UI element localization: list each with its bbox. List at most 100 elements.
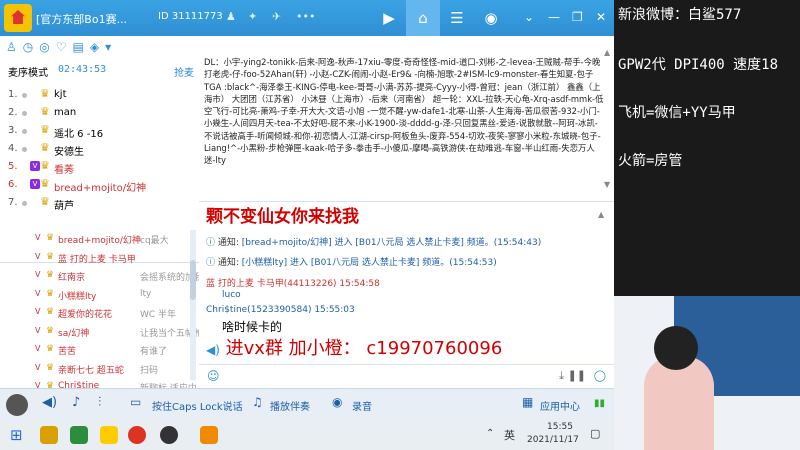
window-title: [官方东部Bo1赛...	[36, 13, 128, 26]
member-row[interactable]: V ♛ 苦苦 有谁了	[0, 341, 199, 360]
queue-item[interactable]: 1. ♛ kjt	[8, 86, 194, 104]
emoji-icon[interactable]: ☺	[207, 369, 220, 383]
message-sender[interactable]: Chri$tine(1523390584) 15:55:03	[206, 305, 355, 315]
netease-music-icon[interactable]	[128, 426, 146, 444]
queue-name: 安德生	[54, 147, 84, 158]
vip-icon: V	[35, 325, 41, 335]
mic-queue-list: 1. ♛ kjt 2. ♛ man 3. ♛ 遥北 6 -16 4. ♛ 安德生 5. V ♛ 看莠 …	[8, 86, 194, 212]
yy-client-window: [官方东部Bo1赛... ID 31111773 ♟ ✦ ✈ ••• ▶ ⌂ ☰…	[0, 0, 614, 450]
member-row[interactable]: V ♛ 小糕糕lty lty	[0, 286, 199, 305]
ime-language[interactable]: 英	[504, 427, 515, 443]
dropdown-icon[interactable]: ▾	[105, 40, 117, 54]
system-notice: ⓘ 通知: [bread+mojito/幻神] 进入 [B01八元局 选人禁止卡…	[206, 238, 542, 248]
crown-icon: ♛	[40, 159, 50, 172]
queue-item[interactable]: 7. ♛ 葫芦	[8, 194, 194, 212]
game-icon[interactable]	[200, 426, 218, 444]
queue-item[interactable]: 5. V ♛ 看莠	[8, 158, 194, 176]
crown-icon: ♛	[40, 105, 50, 118]
video-icon[interactable]: ▶	[372, 0, 406, 36]
speaker-icon: ◀)	[206, 343, 220, 357]
queue-name: bread+mojito/幻神	[54, 183, 147, 194]
gamepad-icon[interactable]: ◉	[474, 0, 508, 36]
member-row[interactable]: V ♛ 超爱你的花花 WC 半年	[0, 304, 199, 323]
apps-icon[interactable]: ▦	[522, 395, 533, 409]
queue-item[interactable]: 6. V ♛ bread+mojito/幻神	[8, 176, 194, 194]
vip-icon: V	[35, 362, 41, 372]
crown-icon: ♛	[40, 177, 50, 190]
member-row[interactable]: V ♛ 蓝 打的上麦 卡马甲	[0, 249, 199, 268]
queue-name: 看莠	[54, 165, 74, 176]
keyboard-icon[interactable]: ▭	[130, 395, 141, 409]
scroll-down-icon[interactable]: ▼	[604, 180, 614, 340]
member-name: 蓝 打的上麦 卡马甲	[58, 254, 136, 265]
minimize-icon[interactable]: —	[548, 10, 560, 24]
share-icon[interactable]: ✦	[248, 10, 257, 23]
mixer-icon[interactable]: ⫶	[98, 395, 101, 410]
member-note: lty	[140, 288, 152, 299]
status-dot-icon	[22, 129, 27, 134]
tray-chevron-icon[interactable]: ⌃	[486, 428, 494, 439]
message-sender[interactable]: 蓝 打的上麦 卡马甲(44113226) 15:54:58	[206, 276, 380, 289]
caps-talk-button[interactable]: 按住Caps Lock说话	[152, 398, 243, 413]
member-note: 有谁了	[140, 347, 168, 357]
restore-icon[interactable]: ❐	[572, 10, 583, 24]
obs-icon[interactable]	[160, 426, 178, 444]
close-icon[interactable]: ✕	[596, 10, 606, 24]
notification-icon[interactable]: ▢	[590, 427, 600, 440]
owl-icon[interactable]	[100, 426, 118, 444]
crown-icon: ♛	[46, 344, 55, 354]
member-row[interactable]: V ♛ 亲断七七 超五蛇 扫码	[0, 360, 199, 379]
app-center-button[interactable]: 应用中心	[540, 398, 580, 413]
pin-icon[interactable]: ◈	[90, 40, 105, 54]
pause-icon[interactable]: ❚❚	[568, 369, 586, 382]
home-icon[interactable]: ⌂	[406, 0, 440, 36]
overlay-rocket: 火箭=房管	[618, 153, 683, 169]
status-dot-icon	[22, 201, 27, 206]
clock-date[interactable]: 2021/11/17	[527, 435, 579, 445]
avatar[interactable]	[6, 394, 28, 416]
plane-icon[interactable]: ✈	[272, 10, 281, 23]
member-row[interactable]: V♛sa/幻神让我当个五帖枪手	[0, 323, 199, 342]
queue-timer: 02:43:53	[58, 64, 107, 75]
accompany-button[interactable]: 播放伴奏	[270, 398, 310, 413]
windows-start-icon[interactable]: ⊞	[10, 426, 23, 444]
record-button[interactable]: 录音	[352, 398, 372, 413]
music-icon[interactable]: ♫	[252, 395, 263, 409]
app-logo-icon[interactable]	[4, 4, 32, 32]
clipboard-icon[interactable]: ▤	[73, 40, 90, 54]
wechat-icon[interactable]	[70, 426, 88, 444]
chevron-down-icon[interactable]: ⌄	[524, 10, 534, 24]
speaker-icon[interactable]: ◀)	[42, 395, 57, 410]
queue-item[interactable]: 4. ♛ 安德生	[8, 140, 194, 158]
queue-item[interactable]: 2. ♛ man	[8, 104, 194, 122]
record-icon[interactable]: ◉	[332, 395, 342, 409]
member-scrollbar[interactable]	[190, 230, 196, 380]
bottom-toolbar: ◀) ♪ ⫶ ▭ 按住Caps Lock说话 ♫ 播放伴奏 ◉ 录音 ▦ 应用中…	[0, 388, 614, 421]
microphone-icon[interactable]: ♪	[72, 395, 80, 410]
chat-input-area[interactable]: ☺ ⤓ ❚❚ ◯	[199, 364, 614, 389]
list-icon[interactable]: ☰	[440, 0, 474, 36]
user-icon[interactable]: ♟	[226, 10, 236, 23]
member-row[interactable]: V ♛ bread+mojito/幻神 cq最大	[0, 230, 199, 249]
members-icon[interactable]: ♙	[6, 40, 23, 54]
scroll-top-icon[interactable]: ▲	[598, 210, 604, 219]
status-dot-icon	[22, 147, 27, 152]
title-bar: [官方东部Bo1赛... ID 31111773 ♟ ✦ ✈ ••• ▶ ⌂ ☰…	[0, 0, 614, 36]
grab-mic-button[interactable]: 抢麦	[174, 64, 194, 79]
location-icon[interactable]: ◎	[39, 40, 55, 54]
member-name: bread+mojito/幻神	[58, 236, 141, 246]
yy-icon[interactable]	[40, 426, 58, 444]
clock-time[interactable]: 15:55	[547, 422, 573, 432]
queue-item[interactable]: 3. ♛ 遥北 6 -16	[8, 122, 194, 140]
member-name: 小糕糕lty	[58, 291, 97, 302]
overlay-gear: GPW2代 DPI400 速度18	[618, 57, 779, 73]
vip-icon: V	[35, 344, 41, 353]
member-row[interactable]: V ♛ 红南京 会摇系统的加我	[0, 267, 199, 286]
chat-bubble-icon[interactable]: ◯	[594, 369, 606, 382]
webcam-feed	[614, 296, 800, 450]
clock-icon[interactable]: ◷	[23, 40, 39, 54]
more-icon[interactable]: •••	[296, 10, 315, 23]
heart-icon[interactable]: ♡	[56, 40, 73, 54]
scroll-bottom-icon[interactable]: ⤓	[559, 369, 564, 383]
member-list: V ♛ bread+mojito/幻神 cq最大 V ♛ 蓝 打的上麦 卡马甲 V ♛ 红南京…	[0, 230, 199, 397]
